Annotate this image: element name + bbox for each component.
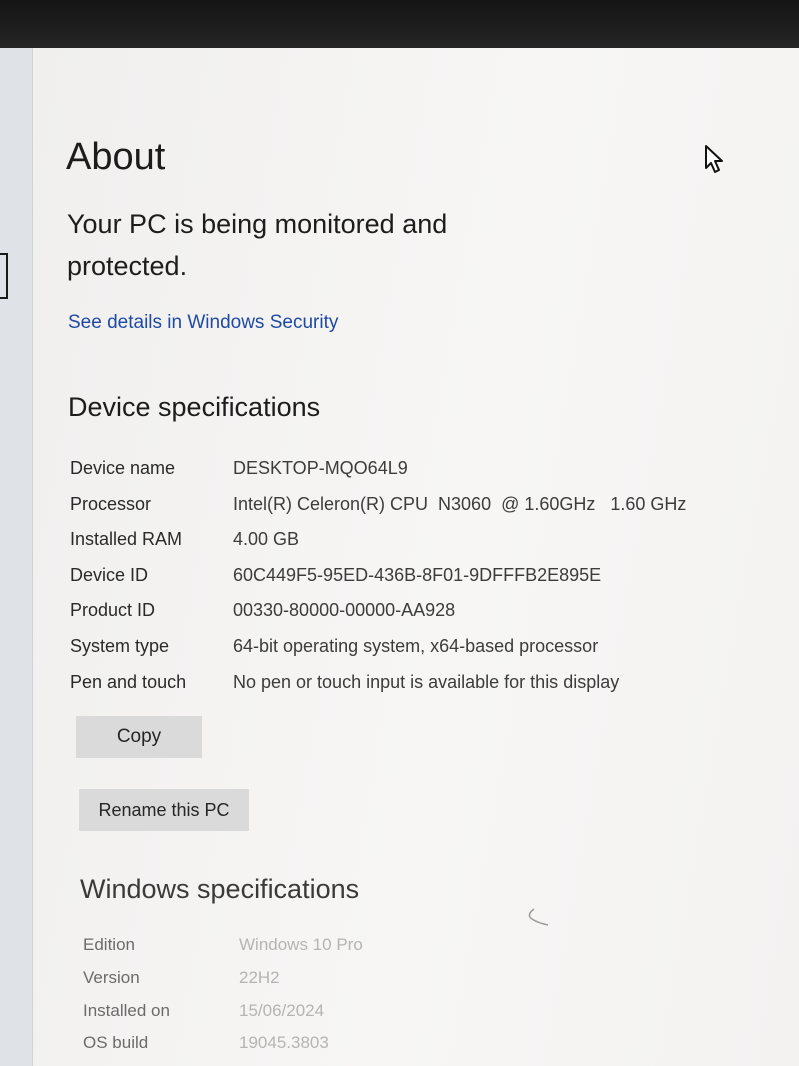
spec-label: Installed RAM (70, 529, 183, 549)
spec-row-processor: Processor Intel(R) Celeron(R) CPU N3060 … (70, 494, 750, 522)
spec-label: Processor (70, 494, 152, 514)
spec-label: Pen and touch (70, 672, 187, 692)
spec-value: No pen or touch input is available for t… (233, 672, 620, 692)
rename-pc-button[interactable]: Rename this PC (79, 789, 249, 831)
spec-label: Device ID (70, 565, 149, 585)
spec-label: Product ID (70, 600, 156, 620)
spec-value: 22H2 (239, 968, 280, 987)
spec-row-pen-and-touch: Pen and touch No pen or touch input is a… (70, 672, 750, 700)
spec-value: DESKTOP-MQO64L9 (233, 458, 408, 478)
spec-value: 15/06/2024 (239, 1001, 325, 1020)
screen-glare-mark (528, 908, 549, 926)
copy-button[interactable]: Copy (76, 716, 202, 758)
spec-value: 4.00 GB (233, 529, 300, 549)
spec-value: Windows 10 Pro (239, 935, 363, 954)
spec-row-device-name: Device name DESKTOP-MQO64L9 (70, 458, 750, 486)
security-status-text: Your PC is being monitored and protected… (67, 209, 448, 281)
win-spec-row-installed-on: Installed on 15/06/2024 (83, 1001, 503, 1025)
spec-value: 60C449F5-95ED-436B-8F01-9DFFFB2E895E (233, 565, 602, 585)
spec-label: OS build (83, 1033, 149, 1052)
nav-selection-marker (0, 253, 8, 299)
monitor-bezel (0, 0, 799, 48)
spec-label: Installed on (83, 1001, 170, 1020)
about-page (33, 48, 799, 1066)
page-title: About (66, 136, 166, 178)
spec-row-installed-ram: Installed RAM 4.00 GB (70, 529, 750, 557)
spec-label: Device name (70, 458, 176, 478)
settings-nav-pane (0, 48, 33, 1066)
device-specs-heading: Device specifications (68, 392, 321, 422)
spec-row-device-id: Device ID 60C449F5-95ED-436B-8F01-9DFFFB… (70, 565, 750, 593)
spec-label: System type (70, 636, 170, 656)
spec-label: Version (83, 968, 140, 987)
spec-label: Edition (83, 935, 135, 954)
spec-value: 64-bit operating system, x64-based proce… (233, 636, 599, 656)
win-spec-row-os-build: OS build 19045.3803 (83, 1033, 503, 1057)
windows-security-link[interactable]: See details in Windows Security (68, 312, 338, 334)
mouse-pointer-icon (705, 145, 723, 173)
windows-specs-heading: Windows specifications (80, 874, 360, 904)
spec-value: 19045.3803 (239, 1033, 329, 1052)
win-spec-row-version: Version 22H2 (83, 968, 503, 992)
spec-row-product-id: Product ID 00330-80000-00000-AA928 (70, 600, 750, 628)
win-spec-row-edition: Edition Windows 10 Pro (83, 935, 503, 959)
spec-value: 00330-80000-00000-AA928 (233, 600, 456, 620)
spec-row-system-type: System type 64-bit operating system, x64… (70, 636, 750, 664)
spec-value: Intel(R) Celeron(R) CPU N3060 @ 1.60GHz … (233, 494, 687, 514)
